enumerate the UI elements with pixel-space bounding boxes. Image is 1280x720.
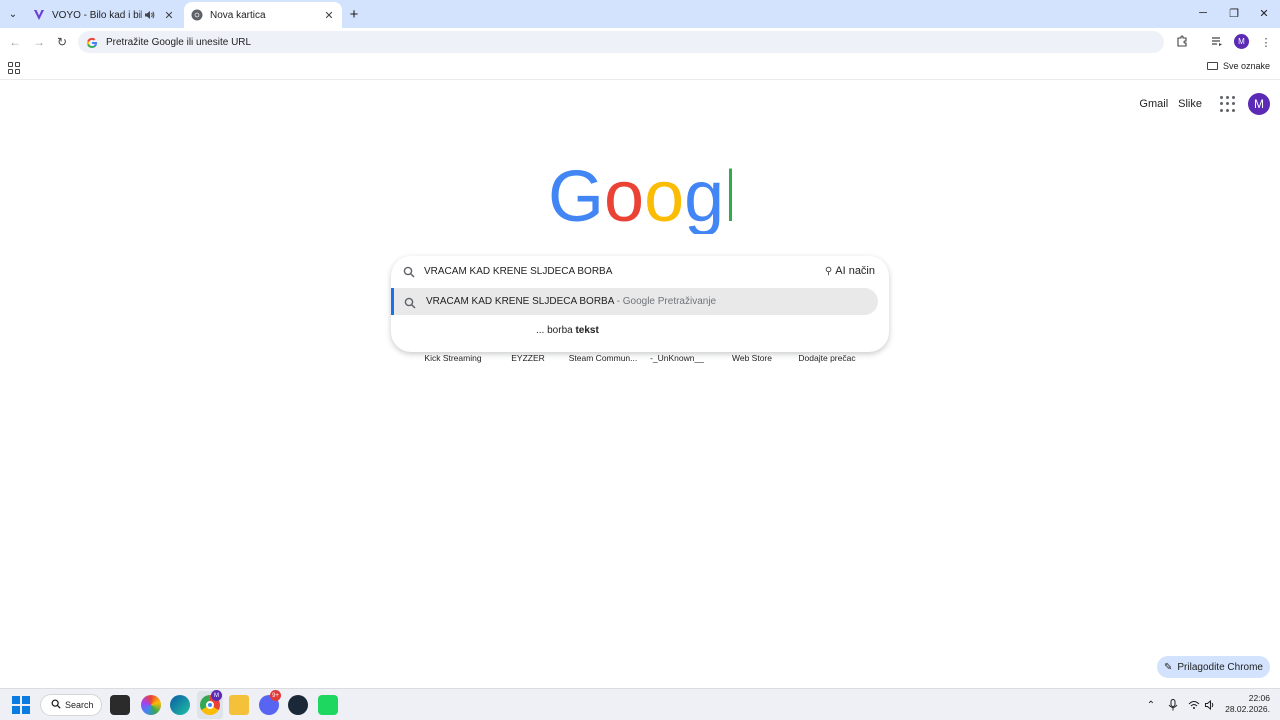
speaker-icon[interactable]: [142, 10, 156, 20]
customize-chrome-button[interactable]: ✎ Prilagodite Chrome: [1157, 656, 1270, 678]
edge-browser-icon[interactable]: [170, 695, 190, 715]
chrome-icon: [190, 8, 204, 22]
reload-button[interactable]: ↻: [53, 33, 71, 51]
notification-badge: 9+: [270, 690, 281, 701]
profile-initial: M: [1238, 37, 1245, 46]
close-icon: ✕: [1259, 7, 1269, 20]
browser-toolbar: ← → ↻ Pretražite Google ili unesite URL …: [0, 28, 1280, 56]
plus-icon: +: [349, 5, 359, 23]
svg-text:Google: Google: [548, 158, 732, 234]
clock-time: 22:06: [1248, 693, 1270, 703]
microphone-icon[interactable]: [1165, 697, 1181, 713]
restore-icon: ❐: [1229, 7, 1239, 20]
gmail-link[interactable]: Gmail: [1139, 98, 1168, 110]
apps-shortcut-icon[interactable]: [8, 62, 20, 74]
search-icon: [51, 699, 61, 711]
arrow-left-icon: ←: [9, 35, 21, 49]
chevron-down-icon: ⌄: [8, 8, 18, 20]
tab-title: VOYO - Bilo kad i bilo gdje: [52, 9, 142, 21]
close-tab-icon[interactable]: ✕: [162, 8, 176, 22]
suggestion-source: - Google Pretraživanje: [613, 296, 717, 307]
search-query-text[interactable]: VRACAM KAD KRENE SLJDECA BORBA: [424, 266, 612, 277]
avatar-initial: M: [1254, 97, 1264, 111]
search-input[interactable]: VRACAM KAD KRENE SLJDECA BORBA ⚲ AI nači…: [391, 256, 889, 287]
new-tab-button[interactable]: +: [345, 5, 363, 23]
tab-voyo[interactable]: VOYO - Bilo kad i bilo gdje ✕: [26, 2, 182, 28]
tab-strip: ⌄ VOYO - Bilo kad i bilo gdje ✕ Nova kar…: [0, 0, 1280, 28]
add-shortcut-tile[interactable]: Dodajte prečac: [790, 353, 864, 363]
windows-start-icon[interactable]: [12, 696, 30, 714]
file-explorer-icon[interactable]: [229, 695, 249, 715]
arrow-right-icon: →: [33, 35, 45, 49]
sparkle-search-icon: ⚲: [824, 265, 833, 277]
shortcut-tile[interactable]: Kick Streaming: [416, 353, 490, 363]
all-bookmarks-label: Sve oznake: [1222, 61, 1270, 71]
ai-mode-button[interactable]: ⚲ AI način: [819, 261, 881, 281]
profile-avatar[interactable]: M: [1234, 34, 1249, 49]
shortcut-tile[interactable]: -_UnKnown__: [640, 353, 714, 363]
search-box[interactable]: VRACAM KAD KRENE SLJDECA BORBA ⚲ AI nači…: [391, 256, 889, 352]
photos-app-icon[interactable]: [141, 695, 161, 715]
suggestion-item[interactable]: ... borba tekst: [536, 325, 599, 336]
shortcut-tile[interactable]: Steam Commun...: [566, 353, 640, 363]
chevron-up-icon[interactable]: ⌃: [1143, 697, 1159, 713]
shortcut-tile[interactable]: EYZZER: [491, 353, 565, 363]
chrome-menu-button[interactable]: ⋮: [1257, 33, 1275, 51]
reload-icon: ↻: [56, 35, 68, 49]
suggestion-text: VRACAM KAD KRENE SLJDECA BORBA - Google …: [426, 296, 716, 307]
google-account-avatar[interactable]: M: [1248, 93, 1270, 115]
puzzle-icon: [1176, 34, 1188, 50]
suggestion-query: VRACAM KAD KRENE SLJDECA BORBA: [426, 296, 614, 307]
restore-button[interactable]: ❐: [1223, 4, 1245, 22]
suggestion-completion: tekst: [575, 325, 599, 336]
ai-mode-label: AI način: [835, 265, 875, 277]
close-window-button[interactable]: ✕: [1253, 4, 1275, 22]
system-clock[interactable]: 22:06 28.02.2026.: [1222, 693, 1270, 715]
kick-app-icon[interactable]: [318, 695, 338, 715]
minimize-button[interactable]: ─: [1192, 4, 1214, 22]
taskbar-search[interactable]: Search: [40, 694, 102, 716]
forward-button[interactable]: →: [30, 33, 48, 51]
google-logo: Google: [548, 157, 780, 237]
steam-icon[interactable]: [288, 695, 308, 715]
volume-icon[interactable]: [1202, 697, 1218, 713]
extensions-button[interactable]: [1173, 33, 1191, 51]
media-controls-button[interactable]: [1208, 33, 1226, 51]
profile-badge: M: [211, 690, 222, 701]
suggestion-prefix: ... borba: [536, 325, 576, 336]
suggestion-item[interactable]: VRACAM KAD KRENE SLJDECA BORBA - Google …: [391, 288, 878, 315]
playlist-icon: [1211, 35, 1223, 50]
task-view-icon[interactable]: [110, 695, 130, 715]
wifi-icon[interactable]: [1186, 697, 1202, 713]
pencil-icon: ✎: [1164, 661, 1173, 673]
tab-search-button[interactable]: ⌄: [4, 5, 22, 23]
bookmarks-bar: Sve oznake: [0, 56, 1280, 80]
shortcuts-row: Kick Streaming EYZZER Steam Commun... -_…: [416, 353, 864, 367]
more-vertical-icon: ⋮: [1260, 36, 1272, 49]
voyo-logo-icon: [32, 8, 46, 22]
customize-chrome-label: Prilagodite Chrome: [1177, 661, 1263, 673]
back-button[interactable]: ←: [6, 33, 24, 51]
folder-icon: [1206, 62, 1218, 70]
images-link[interactable]: Slike: [1178, 98, 1202, 110]
address-placeholder: Pretražite Google ili unesite URL: [106, 36, 252, 48]
google-apps-icon[interactable]: [1220, 96, 1236, 112]
clock-date: 28.02.2026.: [1225, 704, 1270, 714]
tab-new-tab[interactable]: Nova kartica ✕: [184, 2, 342, 28]
shortcut-tile[interactable]: Web Store: [715, 353, 789, 363]
minimize-icon: ─: [1199, 7, 1207, 19]
google-header-links: Gmail Slike M: [1139, 93, 1270, 115]
address-bar[interactable]: Pretražite Google ili unesite URL: [78, 31, 1164, 53]
tab-title: Nova kartica: [210, 9, 266, 21]
search-icon: [403, 265, 415, 283]
all-bookmarks-button[interactable]: Sve oznake: [1206, 61, 1270, 71]
google-g-icon: [86, 36, 98, 48]
windows-taskbar: Search M 9+ ⌃ 22:06 28.02.2026.: [0, 688, 1280, 720]
taskbar-search-label: Search: [65, 700, 94, 710]
search-icon: [404, 296, 416, 314]
close-tab-icon[interactable]: ✕: [322, 8, 336, 22]
